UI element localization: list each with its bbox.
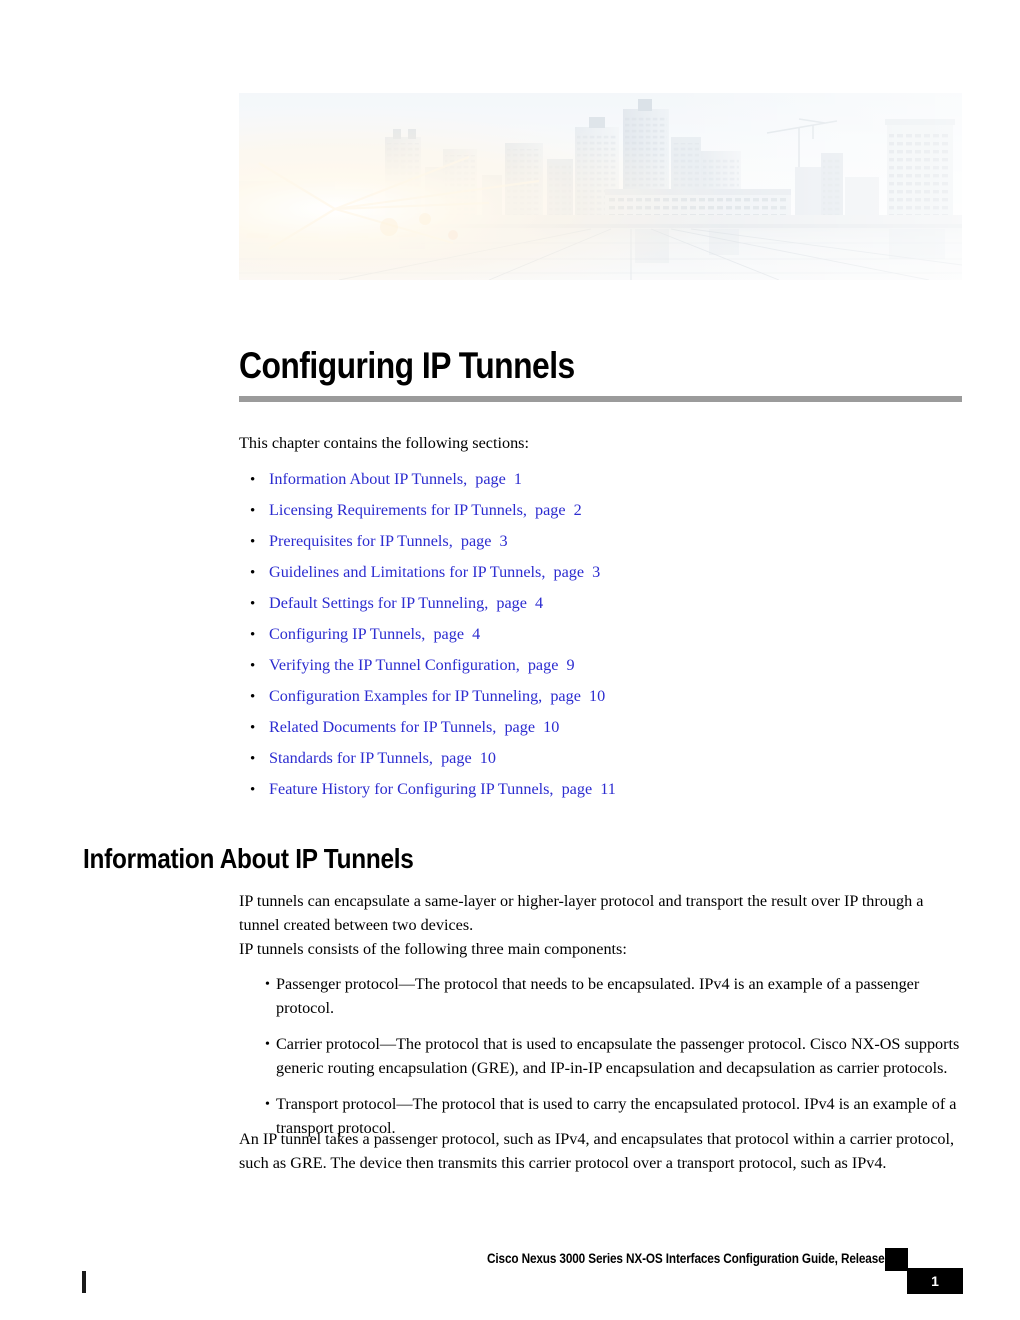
list-item[interactable]: • Information About IP Tunnels, page 1 — [250, 470, 962, 501]
toc-link[interactable]: Guidelines and Limitations for IP Tunnel… — [269, 563, 600, 582]
list-item[interactable]: • Configuration Examples for IP Tunnelin… — [250, 687, 962, 718]
toc-link[interactable]: Prerequisites for IP Tunnels, page 3 — [269, 532, 508, 551]
component-description: Carrier protocol—The protocol that is us… — [276, 1035, 960, 1077]
section-heading: Information About IP Tunnels — [83, 843, 414, 874]
list-item[interactable]: • Related Documents for IP Tunnels, page… — [250, 718, 962, 749]
footer-square-mark — [885, 1248, 908, 1271]
toc-link[interactable]: Licensing Requirements for IP Tunnels, p… — [269, 501, 582, 520]
toc-link[interactable]: Feature History for Configuring IP Tunne… — [269, 780, 616, 799]
list-item[interactable]: • Licensing Requirements for IP Tunnels,… — [250, 501, 962, 532]
bullet-icon: • — [265, 1037, 270, 1052]
bullet-icon: • — [250, 534, 256, 550]
component-description: Passenger protocol—The protocol that nee… — [276, 975, 920, 1017]
bullet-icon: • — [250, 472, 256, 488]
document-page: Configuring IP Tunnels This chapter cont… — [0, 0, 1020, 1320]
chapter-intro-text: This chapter contains the following sect… — [239, 434, 529, 452]
city-skyline-illustration — [239, 93, 962, 280]
list-item[interactable]: • Prerequisites for IP Tunnels, page 3 — [250, 532, 962, 563]
bullet-icon: • — [250, 658, 256, 674]
list-item[interactable]: • Verifying the IP Tunnel Configuration,… — [250, 656, 962, 687]
toc-link[interactable]: Verifying the IP Tunnel Configuration, p… — [269, 656, 575, 675]
bullet-icon: • — [250, 720, 256, 736]
toc-link[interactable]: Default Settings for IP Tunneling, page … — [269, 594, 543, 613]
page-number: 1 — [907, 1268, 963, 1294]
section-paragraph-3: An IP tunnel takes a passenger protocol,… — [239, 1130, 955, 1172]
bullet-icon: • — [250, 503, 256, 519]
title-divider — [239, 396, 962, 402]
section-paragraph-2: IP tunnels consists of the following thr… — [239, 940, 627, 958]
components-list: • Passenger protocol—The protocol that n… — [265, 973, 967, 1140]
toc-link[interactable]: Configuring IP Tunnels, page 4 — [269, 625, 480, 644]
chapter-banner-image — [239, 93, 962, 280]
bullet-icon: • — [250, 689, 256, 705]
change-bar-mark — [82, 1271, 86, 1293]
bullet-icon: • — [250, 596, 256, 612]
bullet-icon: • — [250, 627, 256, 643]
list-item[interactable]: • Guidelines and Limitations for IP Tunn… — [250, 563, 962, 594]
list-item: • Passenger protocol—The protocol that n… — [265, 973, 967, 1020]
section-paragraph-1: IP tunnels can encapsulate a same-layer … — [239, 892, 924, 934]
chapter-toc-list: • Information About IP Tunnels, page 1 •… — [250, 470, 962, 811]
footer-guide-title: Cisco Nexus 3000 Series NX-OS Interfaces… — [487, 1251, 904, 1266]
list-item[interactable]: • Feature History for Configuring IP Tun… — [250, 780, 962, 811]
bullet-icon: • — [250, 565, 256, 581]
toc-link[interactable]: Information About IP Tunnels, page 1 — [269, 470, 522, 489]
list-item[interactable]: • Default Settings for IP Tunneling, pag… — [250, 594, 962, 625]
toc-link[interactable]: Configuration Examples for IP Tunneling,… — [269, 687, 605, 706]
page-title: Configuring IP Tunnels — [239, 345, 575, 386]
toc-link[interactable]: Related Documents for IP Tunnels, page 1… — [269, 718, 559, 737]
bullet-icon: • — [250, 782, 256, 798]
list-item[interactable]: • Configuring IP Tunnels, page 4 — [250, 625, 962, 656]
bullet-icon: • — [250, 751, 256, 767]
list-item: • Carrier protocol—The protocol that is … — [265, 1033, 967, 1080]
list-item[interactable]: • Standards for IP Tunnels, page 10 — [250, 749, 962, 780]
toc-link[interactable]: Standards for IP Tunnels, page 10 — [269, 749, 496, 768]
bullet-icon: • — [265, 977, 270, 992]
